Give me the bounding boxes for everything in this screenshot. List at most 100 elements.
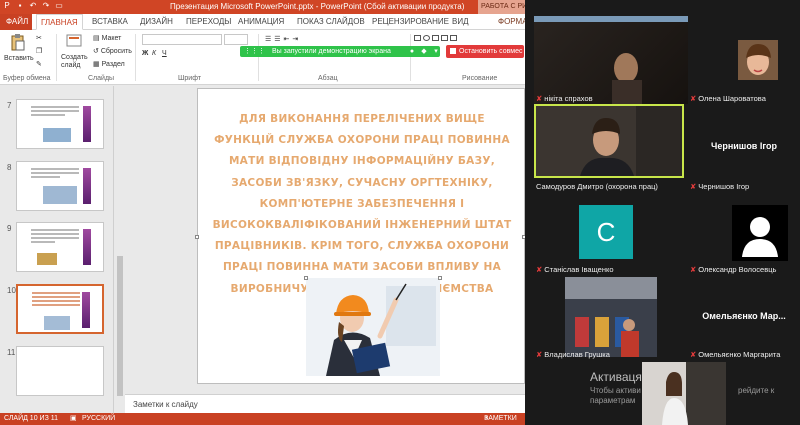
stop-icon: [450, 48, 456, 54]
activation-text-left: Чтобы активи: [590, 386, 641, 395]
slides-panel-scrollbar[interactable]: [116, 86, 124, 413]
spellcheck-icon[interactable]: ▣: [70, 413, 77, 425]
tab-animations[interactable]: АНИМАЦИЯ: [238, 14, 284, 30]
ribbon-separator: [258, 34, 259, 81]
tab-transitions[interactable]: ПЕРЕХОДЫ: [186, 14, 231, 30]
notes-toggle-label: ЗАМЕТКИ: [484, 415, 517, 422]
section-button[interactable]: ▦ Раздел: [93, 60, 125, 68]
participant-video-frame: [536, 106, 682, 176]
resize-handle[interactable]: [438, 276, 442, 280]
slide-number: 11: [7, 348, 16, 357]
new-slide-icon[interactable]: [66, 34, 82, 52]
context-tab-picture-tools[interactable]: РАБОТА С РИС: [478, 0, 525, 14]
slide-thumbnail-7[interactable]: [16, 99, 104, 149]
participant-name: ✘ нікіта спрахов: [536, 94, 593, 103]
stop-share-button[interactable]: Остановить совмес: [446, 45, 524, 58]
participant-name: ✘ Омельяєнко Маргарита: [690, 350, 780, 359]
section-label: Раздел: [101, 61, 125, 68]
ribbon-separator: [135, 34, 136, 81]
tab-file[interactable]: ФАЙЛ: [0, 14, 32, 30]
participant-name-large: Чернишов Ігор: [711, 140, 777, 151]
underline-icon[interactable]: Ч: [162, 50, 167, 57]
thumbnail-accent-bar: [83, 168, 91, 204]
default-avatar-icon: [732, 205, 788, 261]
italic-icon[interactable]: К: [152, 50, 156, 57]
reset-button[interactable]: ↺ Сбросить: [93, 47, 132, 55]
thumbnail-image: [37, 253, 57, 265]
undo-icon[interactable]: ↶: [29, 2, 37, 10]
start-slideshow-icon[interactable]: ▭: [55, 2, 63, 10]
participant-name-text: Чернишов Ігор: [698, 182, 750, 191]
resize-handle[interactable]: [304, 276, 308, 280]
layout-button[interactable]: ▤ Макет: [93, 34, 121, 42]
chevron-down-icon[interactable]: ▾: [432, 46, 440, 57]
resize-handle[interactable]: [195, 235, 199, 239]
copy-icon[interactable]: ❐: [36, 47, 42, 55]
participant-tile[interactable]: Чернишов Ігор ✘ Чернишов Ігор: [688, 104, 800, 192]
thumbnail-accent-bar: [83, 229, 91, 265]
font-size-select[interactable]: [224, 34, 248, 45]
powerpoint-window: P ▪ ↶ ↷ ▭ Презентация Microsoft PowerPoi…: [0, 0, 525, 425]
shield-icon[interactable]: ◆: [420, 46, 428, 57]
scrollbar-thumb[interactable]: [117, 256, 123, 396]
tab-view[interactable]: ВИД: [452, 14, 469, 30]
muted-mic-icon: ✘: [536, 350, 543, 359]
section-icon: ▦: [93, 61, 102, 68]
tab-review[interactable]: РЕЦЕНЗИРОВАНИЕ: [372, 14, 449, 30]
tab-home[interactable]: ГЛАВНАЯ: [36, 14, 83, 30]
bold-icon[interactable]: Ж: [142, 50, 148, 57]
new-slide-button[interactable]: Создать слайд: [61, 54, 89, 70]
arrow-shape-icon[interactable]: [450, 35, 457, 41]
notes-pane[interactable]: Заметки к слайду: [125, 394, 525, 413]
slide-thumbnail-9[interactable]: [16, 222, 104, 272]
slide-thumbnail-11[interactable]: [16, 346, 104, 396]
slides-panel: 7 8 9 10 11: [0, 86, 114, 413]
participant-video-frame: [565, 277, 657, 357]
save-icon[interactable]: ▪: [16, 2, 24, 10]
participant-tile[interactable]: C ✘ Станіслав Іващенко: [534, 192, 688, 275]
slide-photo-worker[interactable]: [306, 278, 440, 376]
paste-button[interactable]: Вставить: [4, 55, 34, 62]
participant-tile[interactable]: ✘ Олена Шароватова: [688, 16, 800, 104]
thumbnail-text: [32, 292, 80, 308]
triangle-shape-icon[interactable]: [441, 35, 448, 41]
slide-thumbnail-10[interactable]: [16, 284, 104, 334]
format-painter-icon[interactable]: ✎: [36, 60, 42, 68]
oval-shape-icon[interactable]: [423, 35, 430, 41]
video-gallery: ✘ нікіта спрахов ✘ Олена Шароватова Само…: [525, 0, 800, 425]
drag-handle-icon[interactable]: ⋮⋮⋮: [244, 46, 265, 57]
redo-icon[interactable]: ↷: [42, 2, 50, 10]
activation-text-right: рейдите к: [738, 386, 775, 395]
paste-icon[interactable]: [10, 34, 26, 52]
slide-thumbnail-8[interactable]: [16, 161, 104, 211]
participant-video: [534, 16, 688, 104]
tab-insert[interactable]: ВСТАВКА: [92, 14, 128, 30]
participant-tile-active-speaker[interactable]: Самодуров Дмитро (охорона прац): [534, 104, 688, 192]
participant-tile[interactable]: ✘ нікіта спрахов: [534, 16, 688, 104]
ribbon-tabs: ФАЙЛ ГЛАВНАЯ ВСТАВКА ДИЗАЙН ПЕРЕХОДЫ АНИ…: [0, 14, 525, 30]
participant-tile[interactable]: ✘ Владислав Грушка: [534, 275, 688, 360]
tab-format[interactable]: ФОРМА: [498, 14, 525, 30]
thumbnail-text: [31, 229, 79, 245]
rect-shape-icon[interactable]: [414, 35, 421, 41]
participant-tile[interactable]: Омельяєнко Мар... ✘ Омельяєнко Маргарита: [688, 275, 800, 360]
participant-initial-avatar: C: [579, 205, 633, 259]
participant-tile[interactable]: ✘ Олександр Волосевць: [688, 192, 800, 275]
slide-body-text[interactable]: Для виконання перелічених вище функцій с…: [212, 109, 512, 300]
activation-text-line2: параметрам: [590, 396, 636, 405]
thumbnail-accent-bar: [83, 106, 91, 142]
reset-label: Сбросить: [100, 48, 132, 55]
current-slide[interactable]: Для виконання перелічених вище функцій с…: [195, 88, 525, 384]
list-icons[interactable]: ☰☰⇤⇥: [265, 35, 301, 43]
tab-slideshow[interactable]: ПОКАЗ СЛАЙДОВ: [297, 14, 365, 30]
language-indicator[interactable]: РУССКИЙ: [82, 413, 115, 425]
cut-icon[interactable]: ✂: [36, 34, 42, 42]
line-shape-icon[interactable]: [432, 35, 439, 41]
status-bar: СЛАЙД 10 ИЗ 11 ▣ РУССКИЙ ≡ ЗАМЕТКИ: [0, 413, 525, 425]
tab-design[interactable]: ДИЗАЙН: [140, 14, 173, 30]
microphone-icon[interactable]: ●: [408, 46, 416, 57]
font-name-select[interactable]: [142, 34, 222, 45]
participant-avatar: [738, 40, 778, 80]
shapes-gallery[interactable]: [414, 35, 457, 41]
participant-name-text: Станіслав Іващенко: [544, 265, 614, 274]
